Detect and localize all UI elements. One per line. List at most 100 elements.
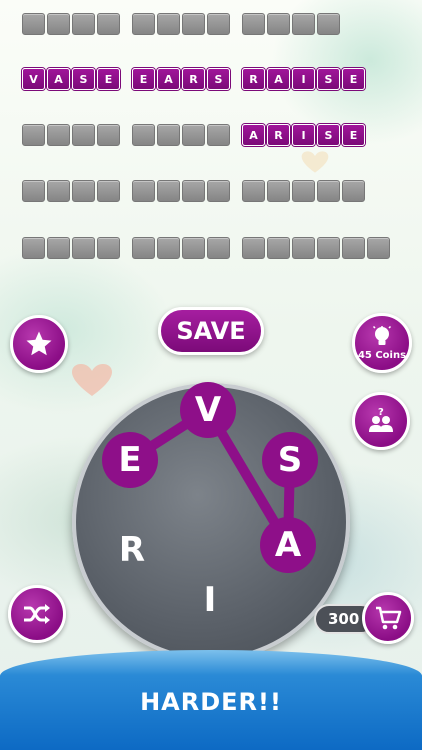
letter-tile (267, 13, 290, 35)
word-row: VASEEARSRAISE (22, 68, 365, 90)
word-row (22, 13, 340, 35)
letter-tile: E (342, 68, 365, 90)
letter-tile (267, 180, 290, 202)
heart-decoration-icon (72, 364, 112, 396)
letter-tile (367, 237, 390, 259)
wheel-letter-i[interactable]: I (182, 572, 238, 628)
ask-friends-icon: ? (369, 407, 393, 432)
letter-tile: A (267, 68, 290, 90)
cart-icon (376, 606, 402, 630)
letter-tile (97, 237, 120, 259)
hidden-word (242, 237, 390, 259)
favorite-button[interactable] (10, 315, 68, 373)
letter-tile (132, 237, 155, 259)
letter-tile (267, 237, 290, 259)
heart-decoration-icon (301, 151, 329, 173)
letter-tile (157, 180, 180, 202)
found-word: EARS (132, 68, 230, 90)
star-icon (26, 331, 52, 356)
ask-friends-button[interactable]: ? (352, 392, 410, 450)
shop-button[interactable] (362, 592, 414, 644)
letter-tile: S (317, 68, 340, 90)
banner-text: HARDER!! (140, 688, 282, 716)
hidden-word (132, 180, 230, 202)
lightbulb-icon (372, 325, 392, 345)
word-row (22, 180, 365, 202)
letter-tile (72, 180, 95, 202)
letter-tile: R (267, 124, 290, 146)
letter-tile (242, 237, 265, 259)
letter-tile (47, 180, 70, 202)
hidden-word (132, 237, 230, 259)
letter-tile: A (157, 68, 180, 90)
wheel-letter-e[interactable]: E (102, 432, 158, 488)
letter-tile (72, 124, 95, 146)
word-row: ARISE (22, 124, 365, 146)
hidden-word (22, 124, 120, 146)
letter-tile (207, 124, 230, 146)
letter-tile (317, 237, 340, 259)
found-word: RAISE (242, 68, 365, 90)
letter-tile (342, 180, 365, 202)
hidden-word (22, 13, 120, 35)
svg-text:?: ? (378, 407, 384, 418)
hidden-word (22, 180, 120, 202)
letter-tile (22, 237, 45, 259)
letter-tile: A (242, 124, 265, 146)
letter-tile: S (317, 124, 340, 146)
shuffle-icon (24, 604, 50, 624)
letter-tile (292, 180, 315, 202)
letter-tile: E (132, 68, 155, 90)
letter-tile (182, 13, 205, 35)
hidden-word (22, 237, 120, 259)
shuffle-button[interactable] (8, 585, 66, 643)
hidden-word (132, 13, 230, 35)
letter-tile (97, 180, 120, 202)
letter-tile: E (342, 124, 365, 146)
letter-tile: R (242, 68, 265, 90)
letter-tile (22, 180, 45, 202)
letter-tile (207, 13, 230, 35)
hint-button[interactable]: 45 Coins (352, 313, 412, 373)
hidden-word (242, 180, 365, 202)
letter-tile (157, 13, 180, 35)
letter-tile: S (207, 68, 230, 90)
letter-tile (22, 13, 45, 35)
letter-tile (72, 13, 95, 35)
hidden-word (132, 124, 230, 146)
letter-tile (47, 237, 70, 259)
letter-tile (157, 124, 180, 146)
wheel-letter-s[interactable]: S (262, 432, 318, 488)
save-button[interactable]: SAVE (158, 307, 264, 355)
word-row (22, 237, 390, 259)
letter-tile: S (72, 68, 95, 90)
letter-tile (97, 13, 120, 35)
letter-tile: I (292, 68, 315, 90)
letter-tile: R (182, 68, 205, 90)
letter-tile (22, 124, 45, 146)
letter-tile (132, 124, 155, 146)
letter-tile (317, 13, 340, 35)
letter-tile (132, 180, 155, 202)
wheel-letter-a[interactable]: A (260, 517, 316, 573)
letter-tile (242, 13, 265, 35)
hint-cost-label: 45 Coins (357, 350, 407, 361)
letter-tile: I (292, 124, 315, 146)
letter-tile (132, 13, 155, 35)
letter-tile (182, 180, 205, 202)
letter-tile (72, 237, 95, 259)
letter-tile: V (22, 68, 45, 90)
letter-tile (317, 180, 340, 202)
letter-tile (182, 124, 205, 146)
letter-tile (292, 13, 315, 35)
letter-tile (47, 124, 70, 146)
letter-tile (242, 180, 265, 202)
letter-tile (97, 124, 120, 146)
found-word: ARISE (242, 124, 365, 146)
wheel-letter-r[interactable]: R (104, 522, 160, 578)
letter-tile (47, 13, 70, 35)
hidden-word (242, 13, 340, 35)
letter-tile (157, 237, 180, 259)
wheel-letter-v[interactable]: V (180, 382, 236, 438)
letter-tile: A (47, 68, 70, 90)
